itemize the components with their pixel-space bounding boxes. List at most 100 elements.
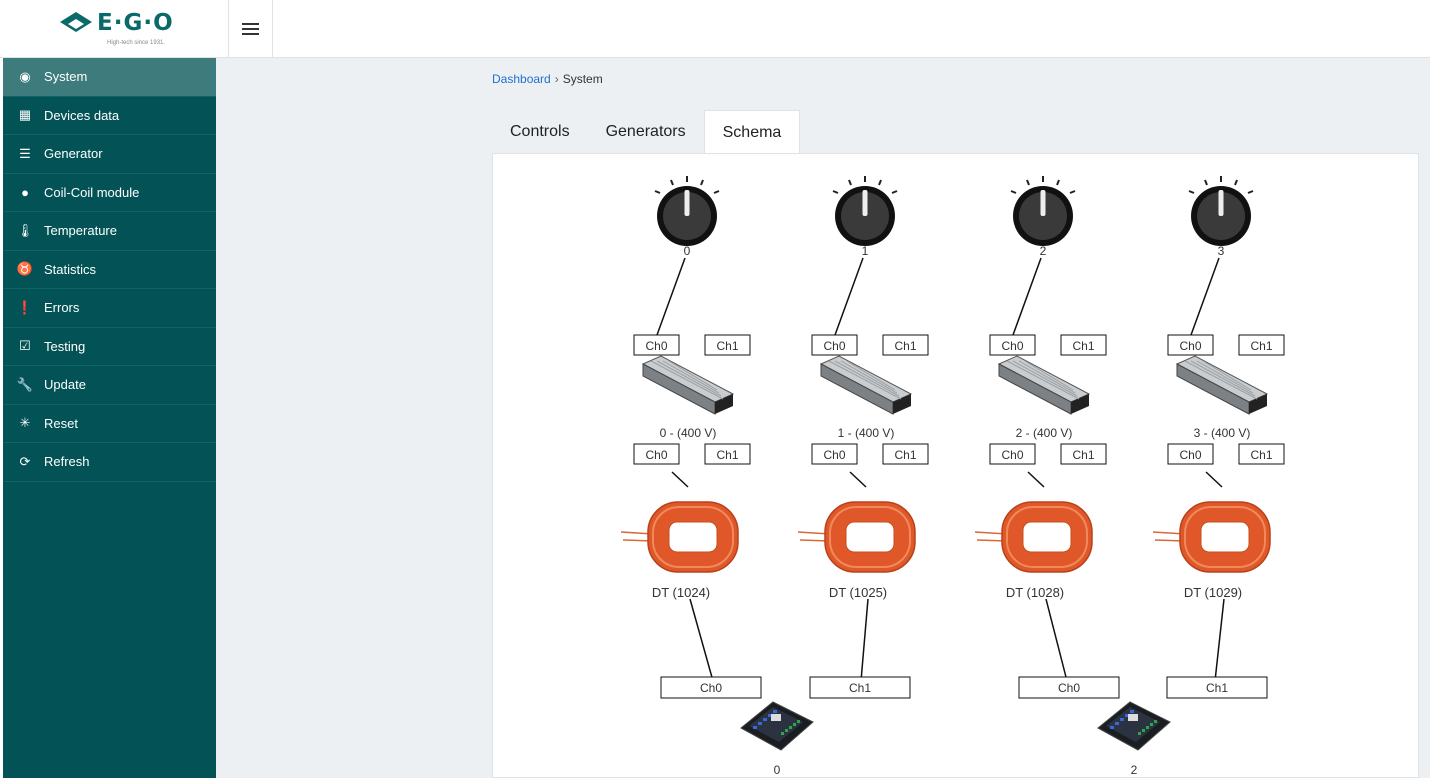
generator-label: 3 - (400 V): [1194, 426, 1251, 440]
brand-name: E·G·O: [97, 10, 174, 36]
generator-channel-in-0[interactable]: Ch0: [633, 334, 680, 356]
schema-diagram: 0 Ch0 Ch1 0 - (400 V) Ch0 Ch1 1 Ch0 Ch1 1 - (400 …: [620, 176, 1285, 777]
knob-control[interactable]: 0: [654, 176, 720, 258]
induction-coil[interactable]: DT (1025): [797, 501, 916, 600]
tab-schema[interactable]: Schema: [703, 110, 801, 154]
wire: [834, 257, 864, 336]
generator-channel-in-1[interactable]: Ch1: [704, 334, 751, 356]
brand-logo[interactable]: E·G·O High-tech since 1931.: [0, 0, 229, 58]
wire: [1045, 598, 1068, 682]
sidebar-item-reset[interactable]: ✳ Reset: [3, 405, 216, 443]
coil-coil-module-board[interactable]: 0: [740, 701, 814, 777]
generator-channel-in-1[interactable]: Ch1: [1238, 334, 1285, 356]
module-channel[interactable]: Ch1: [1166, 676, 1268, 699]
induction-coil[interactable]: DT (1024): [620, 501, 739, 600]
table-icon: ▦: [18, 107, 32, 123]
brand-tagline: High-tech since 1931.: [107, 40, 166, 46]
generator-channel-in-0[interactable]: Ch0: [1167, 334, 1214, 356]
board-led: [1142, 729, 1145, 732]
board-led: [785, 729, 788, 732]
induction-coil[interactable]: DT (1028): [974, 501, 1093, 600]
knob-tick: [891, 190, 898, 194]
channel-label: Ch1: [849, 681, 871, 695]
generator-device[interactable]: 3 - (400 V): [1175, 355, 1269, 440]
generator-channel-in-0[interactable]: Ch0: [811, 334, 858, 356]
exclamation-circle-icon: ❗: [16, 299, 34, 315]
generator-channel-in-1[interactable]: Ch1: [882, 334, 929, 356]
knob-label: 1: [862, 244, 869, 258]
sidebar-item-errors[interactable]: ❗ Errors: [3, 289, 216, 328]
channel-label: Ch1: [1250, 448, 1272, 462]
wire: [860, 598, 869, 682]
wire: [671, 471, 689, 488]
board-connector: [763, 718, 767, 721]
channel-label: Ch0: [700, 681, 722, 695]
board-label-sticker: [771, 714, 781, 721]
coil-coil-module-board[interactable]: 2: [1097, 701, 1171, 777]
generator-channel-out-1[interactable]: Ch1: [704, 443, 751, 465]
knob-control[interactable]: 2: [1010, 176, 1076, 258]
sidebar-item-testing[interactable]: ☑ Testing: [3, 328, 216, 366]
coil-center: [668, 521, 718, 553]
board-led: [793, 723, 796, 726]
channel-label: Ch0: [645, 339, 667, 353]
tab-controls[interactable]: Controls: [492, 110, 588, 154]
knob-tick: [713, 190, 720, 194]
channel-label: Ch0: [1001, 339, 1023, 353]
breadcrumb-dashboard-link[interactable]: Dashboard: [492, 72, 551, 86]
generator-device[interactable]: 2 - (400 V): [997, 355, 1091, 440]
knob-label: 2: [1040, 244, 1047, 258]
board-led: [1146, 726, 1149, 729]
breadcrumb-separator: ›: [554, 72, 559, 86]
wire: [689, 598, 714, 682]
knob-tick: [1026, 179, 1030, 186]
wrench-icon: 🔧: [16, 376, 34, 392]
board-connector: [753, 726, 757, 729]
generator-channel-out-1[interactable]: Ch1: [1238, 443, 1285, 465]
sidebar-item-statistics[interactable]: ♉ Statistics: [3, 251, 216, 289]
tab-bar: Controls Generators Schema: [492, 110, 801, 154]
generator-channel-in-0[interactable]: Ch0: [989, 334, 1036, 356]
sidebar-item-label: Update: [44, 377, 86, 393]
sidebar-item-coil-coil-module[interactable]: ● Coil-Coil module: [3, 174, 216, 212]
channel-label: Ch0: [1001, 448, 1023, 462]
module-channel[interactable]: Ch0: [660, 676, 762, 699]
tab-generators[interactable]: Generators: [588, 110, 704, 154]
generator-channel-out-0[interactable]: Ch0: [1167, 443, 1214, 465]
sidebar-item-refresh[interactable]: ⟳ Refresh: [3, 443, 216, 482]
generator-device[interactable]: 0 - (400 V): [641, 355, 735, 440]
generator-channel-out-0[interactable]: Ch0: [811, 443, 858, 465]
wire: [1205, 471, 1223, 488]
module-channel[interactable]: Ch1: [809, 676, 911, 699]
sidebar-item-system[interactable]: ◉ System: [3, 58, 216, 97]
generator-channel-out-0[interactable]: Ch0: [989, 443, 1036, 465]
module-channel[interactable]: Ch0: [1018, 676, 1120, 699]
sidebar-item-generator[interactable]: ☰ Generator: [3, 135, 216, 174]
wire: [1214, 598, 1225, 682]
knob-tick: [1188, 190, 1195, 194]
generator-channel-in-1[interactable]: Ch1: [1060, 334, 1107, 356]
knob-control[interactable]: 3: [1188, 176, 1254, 258]
sidebar-item-devices-data[interactable]: ▦ Devices data: [3, 97, 216, 135]
generator-channel-out-1[interactable]: Ch1: [882, 443, 929, 465]
menu-toggle-button[interactable]: [229, 0, 273, 58]
board-connector: [773, 710, 777, 713]
spinner-icon: ✳: [19, 415, 31, 431]
wire: [1012, 257, 1042, 336]
induction-coil[interactable]: DT (1029): [1152, 501, 1271, 600]
knob-tick: [670, 179, 674, 186]
board-led: [1150, 723, 1153, 726]
knob-control[interactable]: 1: [832, 176, 898, 258]
sidebar-item-temperature[interactable]: 🌡 Temperature: [3, 212, 216, 251]
generator-device[interactable]: 1 - (400 V): [819, 355, 913, 440]
channel-label: Ch1: [894, 339, 916, 353]
generator-channel-out-0[interactable]: Ch0: [633, 443, 680, 465]
channel-label: Ch0: [823, 448, 845, 462]
knob-tick: [848, 179, 852, 186]
top-bar: E·G·O High-tech since 1931.: [0, 0, 1430, 58]
channel-label: Ch1: [716, 448, 738, 462]
sidebar-item-update[interactable]: 🔧 Update: [3, 366, 216, 405]
channel-label: Ch0: [1179, 339, 1201, 353]
generator-channel-out-1[interactable]: Ch1: [1060, 443, 1107, 465]
dashboard-gauge-icon: ◉: [19, 68, 31, 84]
